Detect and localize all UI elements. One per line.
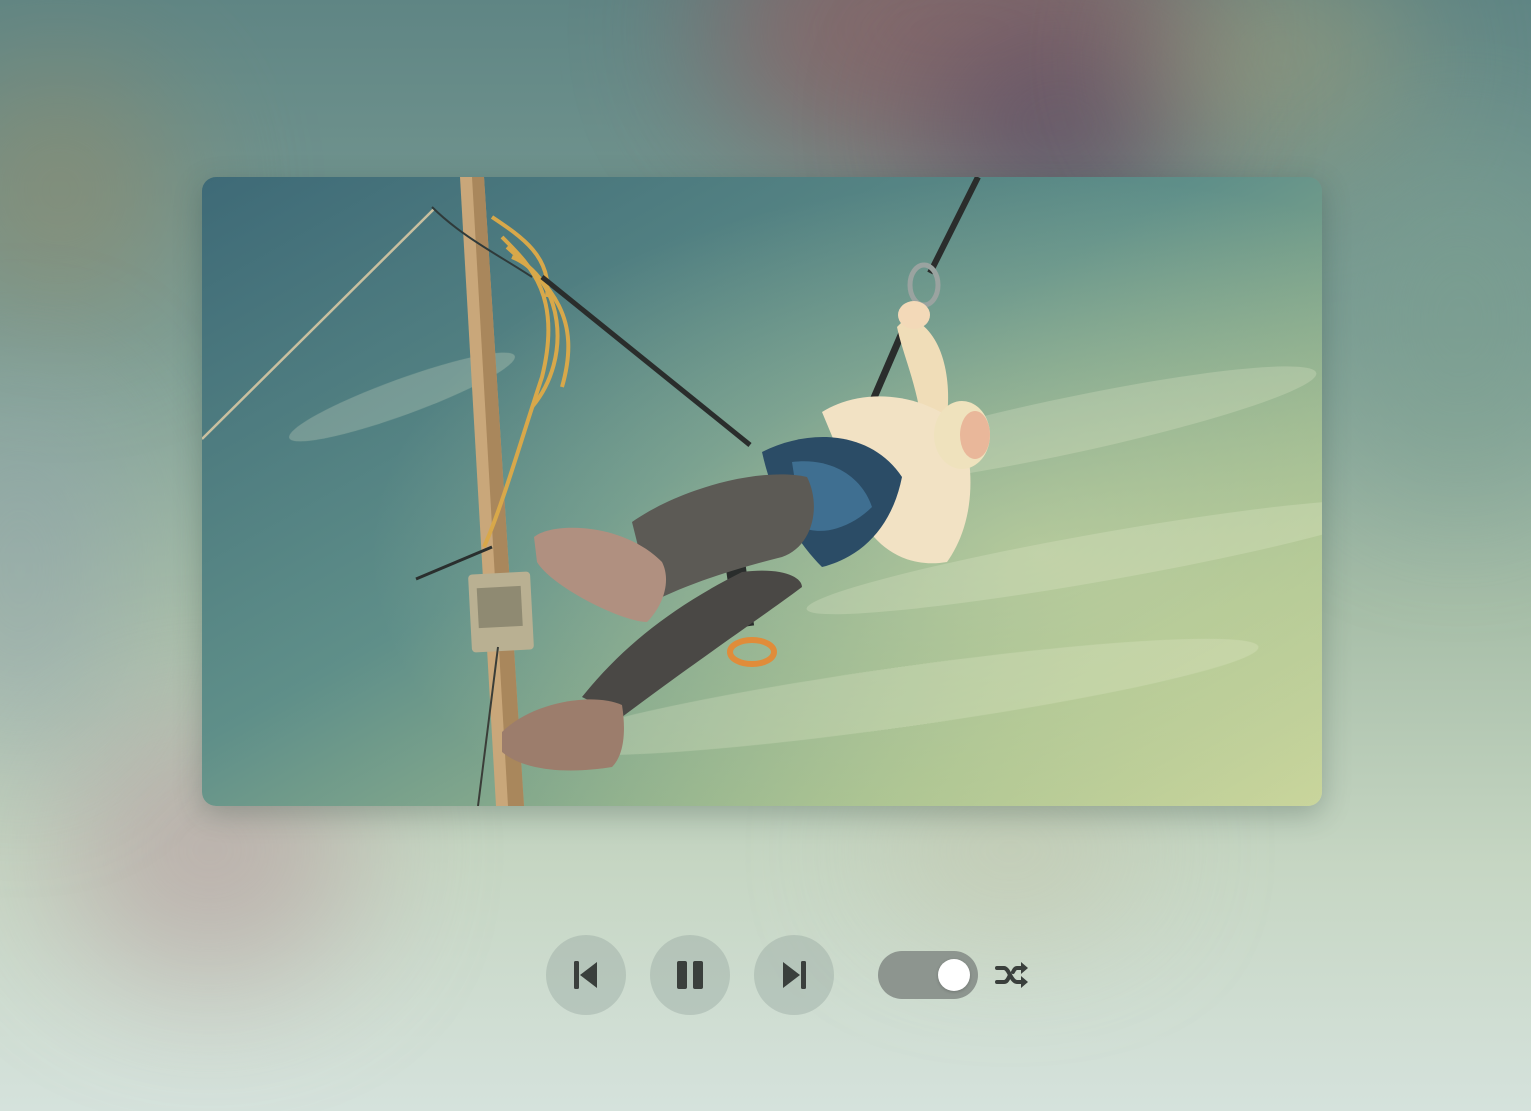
skip-next-icon	[781, 960, 807, 990]
toggle-knob[interactable]	[938, 959, 970, 991]
previous-button[interactable]	[546, 935, 626, 1015]
shuffle-icon	[994, 957, 1030, 993]
background-blur	[1330, 140, 1531, 500]
background-blur	[1150, 0, 1410, 160]
shuffle-toggle[interactable]	[878, 951, 978, 999]
video-image	[202, 177, 1322, 806]
skip-previous-icon	[573, 960, 599, 990]
background-blur	[0, 380, 120, 760]
pause-icon	[675, 960, 705, 990]
playback-controls	[546, 935, 1030, 1015]
background-blur	[0, 60, 180, 320]
video-frame[interactable]	[202, 177, 1322, 806]
next-button[interactable]	[754, 935, 834, 1015]
pause-button[interactable]	[650, 935, 730, 1015]
player-stage	[0, 0, 1531, 1111]
